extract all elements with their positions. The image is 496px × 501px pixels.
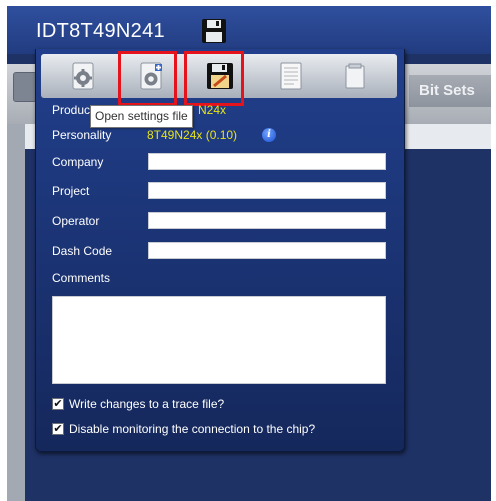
highlight-save-settings [184, 51, 244, 106]
product-value: N24x [198, 103, 227, 117]
trace-checkbox[interactable]: ✔ [52, 398, 64, 410]
trace-checkbox-label: Write changes to a trace file? [69, 397, 225, 411]
operator-field[interactable] [148, 212, 386, 229]
settings-icon[interactable] [61, 54, 105, 98]
comments-textarea[interactable] [52, 296, 386, 384]
company-field[interactable] [148, 153, 386, 170]
monitor-checkbox[interactable]: ✔ [52, 423, 64, 435]
monitor-checkbox-label: Disable monitoring the connection to the… [69, 422, 316, 436]
highlight-open-settings [118, 51, 177, 106]
tab-bit-sets[interactable]: Bit Sets [409, 75, 491, 107]
project-field[interactable] [148, 182, 386, 199]
dash-code-label: Dash Code [52, 244, 113, 258]
personality-label: Personality [52, 128, 112, 142]
operator-label: Operator [52, 214, 100, 228]
window-title: IDT8T49N241 [36, 20, 165, 42]
company-label: Company [52, 155, 104, 169]
title-bar: IDT8T49N241 [7, 6, 491, 54]
project-label: Project [52, 184, 90, 198]
app-icon [13, 72, 37, 102]
blank-document-icon[interactable] [333, 54, 377, 98]
personality-value: 8T49N24x (0.10) [147, 128, 238, 142]
comments-label: Comments [52, 271, 111, 285]
left-rail [7, 124, 25, 501]
floppy-disk-icon[interactable] [201, 18, 227, 44]
text-document-icon[interactable] [269, 54, 313, 98]
dash-code-field[interactable] [148, 242, 386, 259]
info-icon[interactable]: i [262, 128, 276, 142]
product-label: Produc [52, 103, 91, 117]
tooltip: Open settings file [90, 105, 193, 128]
